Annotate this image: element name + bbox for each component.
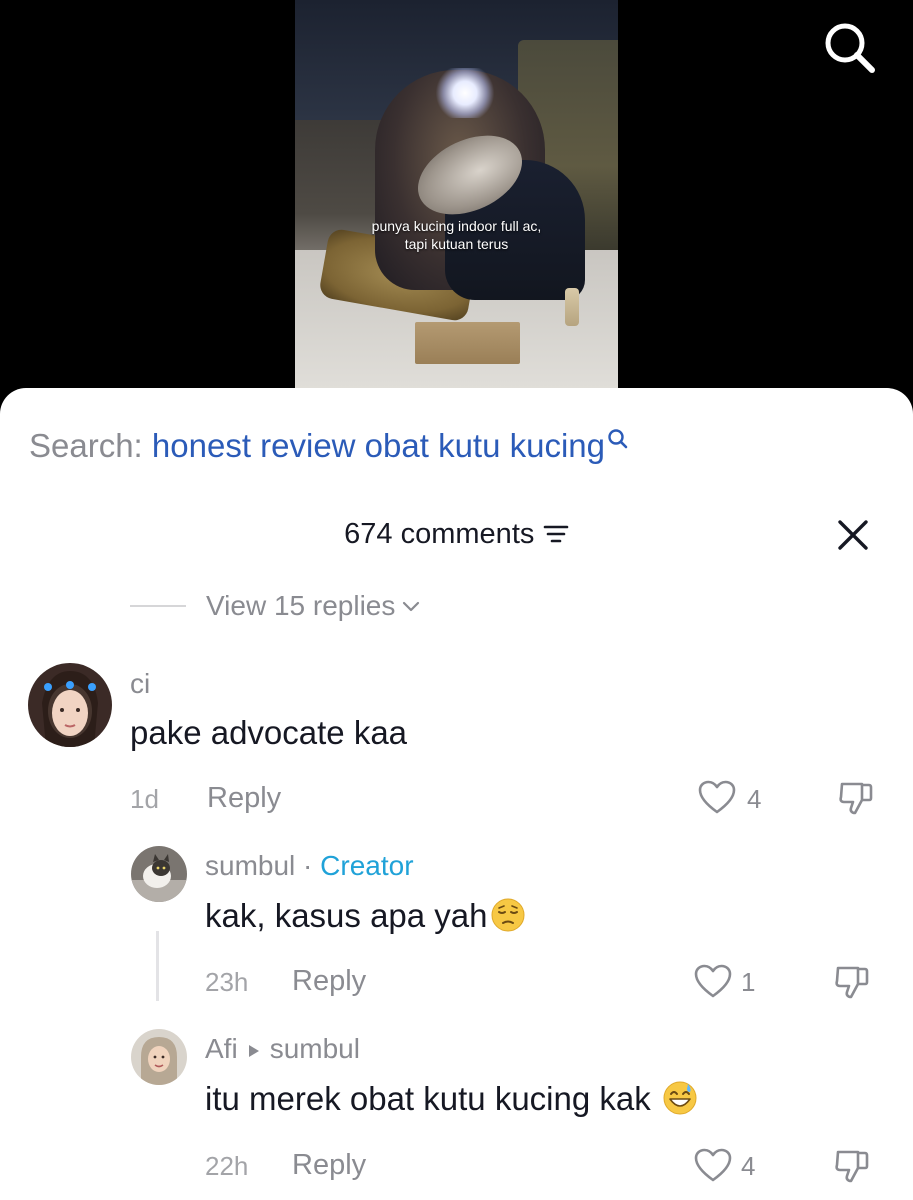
comments-header: 674 comments bbox=[0, 516, 913, 556]
reply-to-user[interactable]: sumbul bbox=[270, 1033, 360, 1064]
view-replies-label: View 15 replies bbox=[206, 590, 396, 621]
view-replies-button[interactable]: View 15 replies bbox=[130, 588, 421, 624]
reply-button[interactable]: Reply bbox=[207, 782, 281, 815]
avatar-sumbul-image bbox=[131, 846, 187, 902]
thumbs-down-icon[interactable] bbox=[832, 1146, 872, 1186]
like-count: 4 bbox=[741, 1151, 756, 1181]
thread-line bbox=[156, 931, 159, 1001]
comments-sheet: Search: honest review obat kutu kucing 6… bbox=[0, 388, 913, 1200]
reply-button[interactable]: Reply bbox=[292, 1149, 366, 1182]
creator-badge: Creator bbox=[320, 850, 414, 881]
author-separator: · bbox=[303, 850, 313, 881]
search-suggestion[interactable]: Search: honest review obat kutu kucing bbox=[29, 426, 629, 466]
avatar-afi-image bbox=[131, 1029, 187, 1085]
video-scene-bottle bbox=[565, 288, 579, 326]
heart-icon[interactable] bbox=[693, 963, 733, 999]
comment-author[interactable]: sumbul bbox=[205, 850, 295, 881]
comment-author[interactable]: ci bbox=[130, 668, 150, 700]
comment-time: 1d bbox=[130, 784, 159, 814]
sort-filter-icon[interactable] bbox=[543, 523, 569, 545]
comment-time: 23h bbox=[205, 967, 249, 997]
reply-button[interactable]: Reply bbox=[292, 965, 366, 998]
thumbs-down-icon[interactable] bbox=[832, 962, 872, 1002]
video-thumbnail[interactable]: punya kucing indoor full ac, tapi kutuan… bbox=[295, 0, 618, 388]
avatar-ci-image bbox=[28, 663, 112, 747]
comment-text: pake advocate kaa bbox=[130, 714, 408, 751]
avatar[interactable] bbox=[131, 846, 187, 902]
video-area[interactable]: punya kucing indoor full ac, tapi kutuan… bbox=[0, 0, 913, 400]
like-count: 1 bbox=[741, 967, 756, 997]
grinning-sweat-face-icon bbox=[663, 1081, 697, 1115]
search-icon[interactable] bbox=[822, 20, 876, 74]
video-scene-box bbox=[415, 322, 520, 364]
comment-author-row: sumbul · Creator bbox=[205, 850, 414, 882]
avatar[interactable] bbox=[131, 1029, 187, 1085]
chevron-down-icon bbox=[403, 601, 420, 612]
close-icon[interactable] bbox=[836, 518, 870, 552]
comments-count-title: 674 comments bbox=[344, 518, 535, 550]
search-small-icon bbox=[608, 429, 628, 449]
video-caption-line1: punya kucing indoor full ac, bbox=[371, 218, 542, 234]
comment-text: itu merek obat kutu kucing kak bbox=[205, 1080, 651, 1117]
search-label: Search: bbox=[29, 427, 143, 464]
video-caption: punya kucing indoor full ac, tapi kutuan… bbox=[295, 217, 618, 253]
pensive-face-icon bbox=[491, 898, 524, 932]
view-replies-divider bbox=[130, 605, 186, 607]
comment-text-row: itu merek obat kutu kucing kak bbox=[205, 1080, 698, 1118]
video-caption-line2: tapi kutuan terus bbox=[404, 236, 509, 252]
thumbs-down-icon[interactable] bbox=[836, 778, 876, 818]
heart-icon[interactable] bbox=[697, 779, 737, 815]
like-count: 4 bbox=[747, 784, 762, 814]
search-query-link[interactable]: honest review obat kutu kucing bbox=[152, 427, 605, 464]
comment-text-row: kak, kasus apa yah bbox=[205, 897, 526, 935]
comment-author-row: Afi sumbul bbox=[205, 1033, 360, 1065]
reply-arrow-icon bbox=[248, 1044, 259, 1057]
avatar[interactable] bbox=[28, 663, 112, 747]
comment-time: 22h bbox=[205, 1151, 249, 1181]
video-scene-headlamp bbox=[435, 68, 495, 118]
comment-author[interactable]: Afi bbox=[205, 1033, 238, 1064]
heart-icon[interactable] bbox=[693, 1147, 733, 1183]
comment-text: kak, kasus apa yah bbox=[205, 897, 488, 934]
